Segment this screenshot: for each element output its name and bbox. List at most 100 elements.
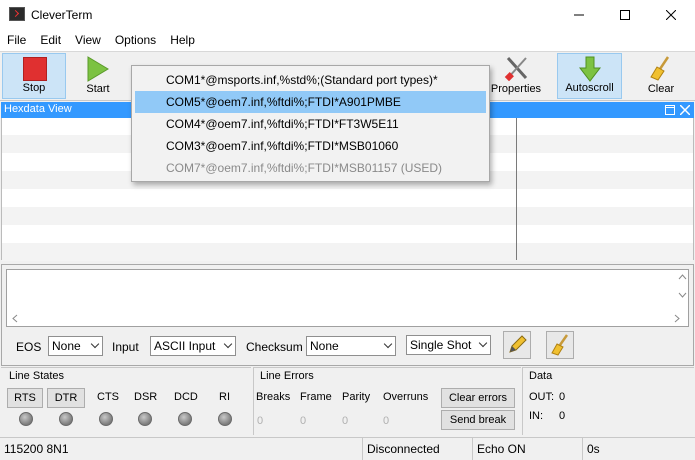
checksum-label: Checksum bbox=[246, 340, 303, 354]
clear-button[interactable]: Clear bbox=[634, 53, 688, 99]
maximize-button[interactable] bbox=[602, 0, 648, 30]
status-echo: Echo ON bbox=[472, 438, 582, 460]
eos-label: EOS bbox=[16, 340, 42, 354]
menu-bar: File Edit View Options Help bbox=[0, 30, 695, 51]
autoscroll-button[interactable]: Autoscroll bbox=[557, 53, 622, 99]
broom-icon bbox=[551, 334, 569, 356]
hex-row bbox=[2, 207, 693, 225]
close-icon bbox=[666, 10, 676, 20]
send-mode-select[interactable]: Single Shot bbox=[406, 335, 491, 355]
line-states-title: Line States bbox=[9, 370, 65, 382]
chevron-down-icon bbox=[90, 339, 100, 349]
data-panel: Data OUT: 0 IN: 0 bbox=[522, 367, 694, 435]
rts-button[interactable]: RTS bbox=[7, 388, 43, 408]
dtr-led bbox=[59, 412, 73, 426]
out-label: OUT: bbox=[529, 391, 555, 403]
hex-row bbox=[2, 243, 693, 261]
port-option-com5[interactable]: COM5*@oem7.inf,%ftdi%;FTDI*A901PMBE bbox=[135, 91, 486, 113]
overruns-label: Overruns bbox=[383, 391, 429, 403]
minimize-icon bbox=[574, 14, 584, 16]
app-icon bbox=[9, 7, 25, 21]
ri-label: RI bbox=[219, 391, 230, 403]
status-connection: Disconnected bbox=[362, 438, 472, 460]
input-value: ASCII Input bbox=[154, 339, 216, 353]
line-errors-title: Line Errors bbox=[260, 370, 314, 382]
parity-count: 0 bbox=[342, 415, 349, 427]
menu-view[interactable]: View bbox=[68, 30, 108, 51]
play-icon bbox=[87, 56, 109, 82]
port-dropdown-menu: COM1*@msports.inf,%std%;(Standard port t… bbox=[131, 65, 490, 182]
checksum-select[interactable]: None bbox=[306, 336, 396, 356]
port-option-com4[interactable]: COM4*@oem7.inf,%ftdi%;FTDI*FT3W5E11 bbox=[132, 113, 489, 135]
port-option-com7: COM7*@oem7.inf,%ftdi%;FTDI*MSB01157 (USE… bbox=[166, 161, 443, 175]
rts-led bbox=[19, 412, 33, 426]
menu-edit[interactable]: Edit bbox=[33, 30, 68, 51]
menu-options[interactable]: Options bbox=[108, 30, 163, 51]
line-errors-panel: Line Errors Breaks Frame Parity Overruns… bbox=[253, 367, 521, 435]
minimize-button[interactable] bbox=[556, 0, 602, 30]
input-select[interactable]: ASCII Input bbox=[150, 336, 236, 356]
dcd-label: DCD bbox=[174, 391, 198, 403]
scroll-up-icon[interactable] bbox=[678, 274, 687, 280]
title-bar: CleverTerm bbox=[0, 0, 695, 30]
status-time: 0s bbox=[582, 438, 695, 460]
data-title: Data bbox=[529, 370, 553, 382]
ri-led bbox=[218, 412, 232, 426]
stop-icon bbox=[23, 57, 47, 81]
line-states-panel: Line States RTS DTR CTS DSR DCD RI bbox=[1, 367, 251, 435]
cts-label: CTS bbox=[97, 391, 119, 403]
clear-errors-button[interactable]: Clear errors bbox=[441, 388, 515, 408]
dtr-button[interactable]: DTR bbox=[47, 388, 85, 408]
scroll-down-icon[interactable] bbox=[678, 292, 687, 298]
window-title: CleverTerm bbox=[31, 8, 93, 22]
send-break-button[interactable]: Send break bbox=[441, 410, 515, 430]
send-mode-value: Single Shot bbox=[410, 338, 472, 352]
maximize-icon bbox=[620, 10, 630, 20]
port-option-com1[interactable]: COM1*@msports.inf,%std%;(Standard port t… bbox=[132, 69, 489, 91]
scroll-right-icon[interactable] bbox=[674, 314, 680, 323]
down-arrow-icon bbox=[578, 56, 602, 82]
checksum-value: None bbox=[310, 339, 339, 353]
input-label: Input bbox=[112, 340, 139, 354]
clear-label: Clear bbox=[647, 83, 675, 95]
cts-led bbox=[99, 412, 113, 426]
eos-value: None bbox=[52, 339, 81, 353]
broom-icon bbox=[650, 56, 670, 81]
start-button[interactable]: Start bbox=[68, 53, 128, 99]
send-text-area[interactable] bbox=[6, 269, 689, 327]
hexdata-view-title: Hexdata View bbox=[4, 103, 72, 115]
send-button[interactable] bbox=[503, 331, 531, 359]
stop-button[interactable]: Stop bbox=[2, 53, 66, 99]
panel-close-icon[interactable] bbox=[680, 105, 690, 115]
menu-file[interactable]: File bbox=[0, 30, 33, 51]
hex-column-divider bbox=[516, 118, 517, 260]
stop-label: Stop bbox=[22, 82, 46, 94]
pencil-icon bbox=[509, 335, 527, 353]
eos-select[interactable]: None bbox=[48, 336, 103, 356]
clear-send-button[interactable] bbox=[546, 331, 574, 359]
scroll-left-icon[interactable] bbox=[12, 314, 18, 323]
menu-help[interactable]: Help bbox=[163, 30, 202, 51]
status-bar: 115200 8N1 Disconnected Echo ON 0s bbox=[0, 437, 695, 460]
properties-button[interactable]: Properties bbox=[488, 53, 544, 99]
chevron-down-icon bbox=[383, 339, 393, 349]
breaks-label: Breaks bbox=[256, 391, 291, 403]
frame-label: Frame bbox=[300, 391, 332, 403]
dsr-led bbox=[138, 412, 152, 426]
frame-count: 0 bbox=[300, 415, 307, 427]
send-panel: EOS None Input ASCII Input Checksum None… bbox=[1, 264, 694, 366]
out-value: 0 bbox=[559, 391, 566, 403]
breaks-count: 0 bbox=[257, 415, 264, 427]
restore-icon[interactable] bbox=[665, 105, 675, 115]
status-port-settings: 115200 8N1 bbox=[4, 442, 69, 456]
parity-label: Parity bbox=[342, 391, 371, 403]
dsr-label: DSR bbox=[134, 391, 158, 403]
close-button[interactable] bbox=[648, 0, 694, 30]
properties-label: Properties bbox=[490, 83, 542, 95]
in-value: 0 bbox=[559, 410, 566, 422]
dcd-led bbox=[178, 412, 192, 426]
tools-icon bbox=[504, 56, 528, 81]
start-label: Start bbox=[86, 83, 110, 95]
chevron-down-icon bbox=[478, 338, 488, 348]
port-option-com3[interactable]: COM3*@oem7.inf,%ftdi%;FTDI*MSB01060 bbox=[132, 135, 489, 157]
